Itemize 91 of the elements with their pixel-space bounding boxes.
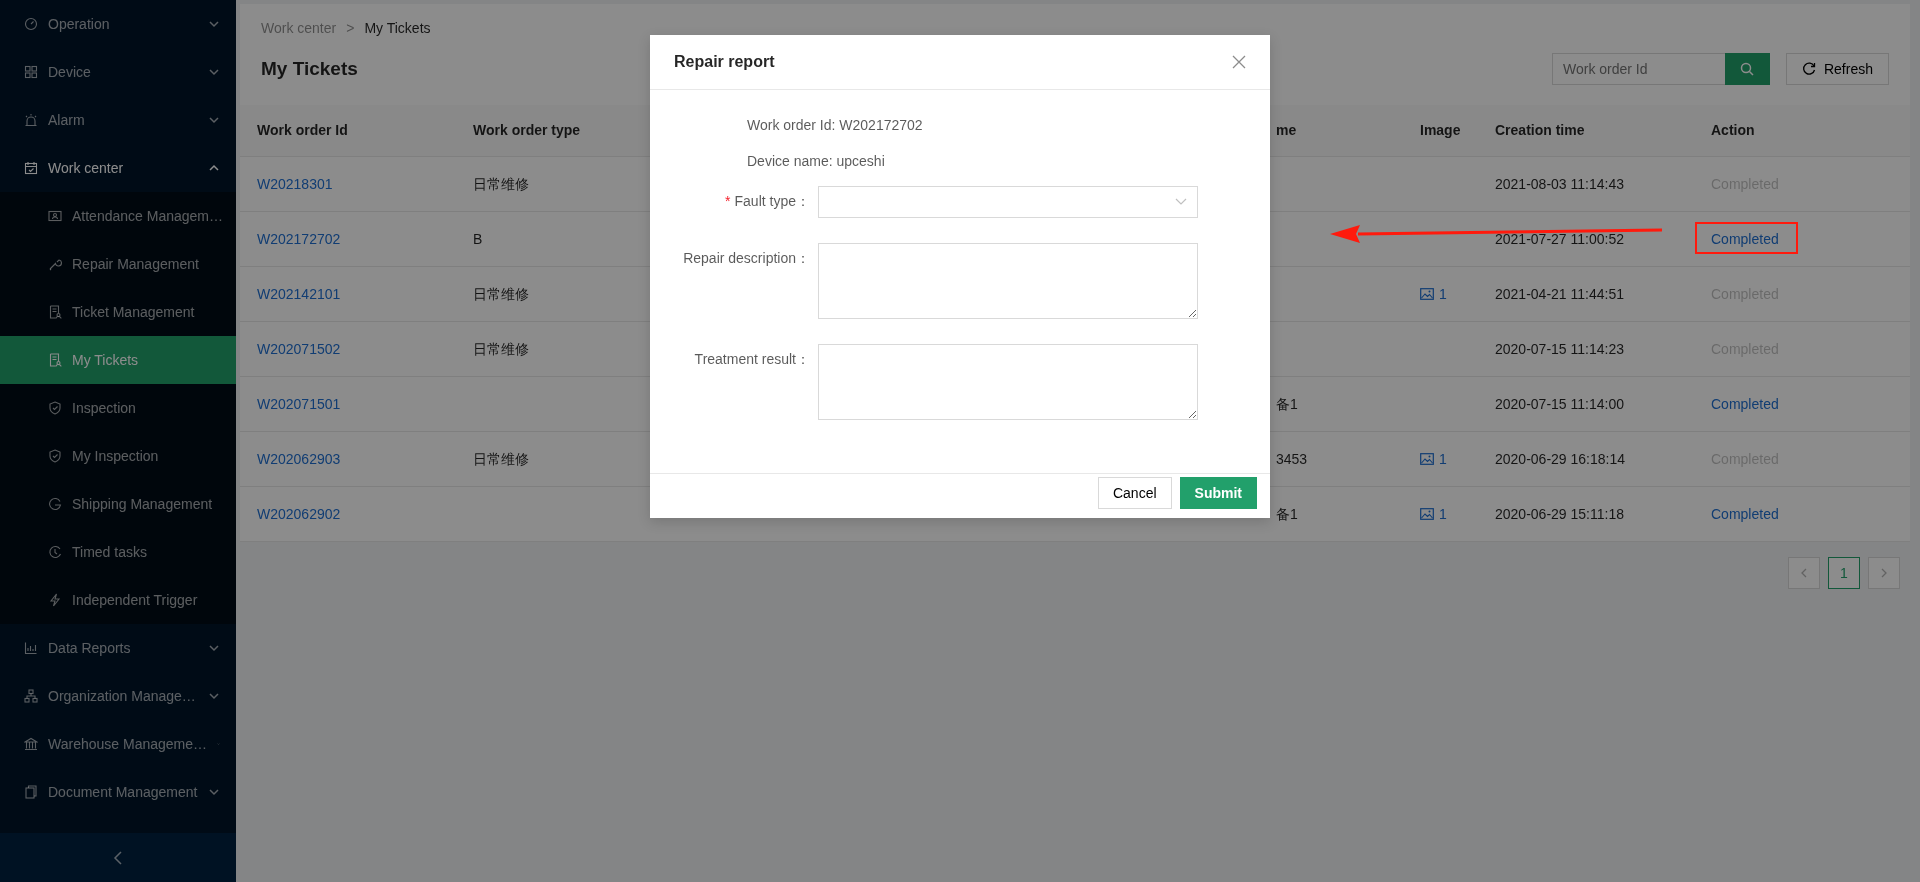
table-cell: 2020-07-15 11:14:00 xyxy=(1495,395,1624,412)
work-order-link[interactable]: W202062902 xyxy=(257,505,341,522)
menu-item[interactable]: Organization Manage… xyxy=(0,672,236,720)
close-icon xyxy=(1232,55,1246,69)
table-cell: 2020-07-15 11:14:23 xyxy=(1495,340,1624,357)
page-title: My Tickets xyxy=(261,57,358,81)
breadcrumb-current: My Tickets xyxy=(364,19,431,38)
submenu-item[interactable]: Timed tasks xyxy=(0,528,236,576)
work-order-link[interactable]: W202071502 xyxy=(257,340,341,357)
menu-label: Alarm xyxy=(48,110,86,130)
table-cell: 2020-06-29 16:18:14 xyxy=(1495,450,1625,467)
image-icon xyxy=(1420,288,1434,300)
menu-label: Work center xyxy=(48,158,125,178)
menu-label: Data Reports xyxy=(48,638,132,658)
image-link[interactable]: 1 xyxy=(1420,503,1495,525)
next-page-button[interactable] xyxy=(1868,557,1900,589)
table-cell: 3453 xyxy=(1276,450,1308,467)
field-label: Fault type： xyxy=(734,193,810,209)
field-label: Repair description： xyxy=(683,250,810,266)
submenu-item[interactable]: Repair Management xyxy=(0,240,236,288)
image-icon xyxy=(1420,508,1434,520)
column-header: Action xyxy=(1711,122,1755,138)
menu-item[interactable]: Work center xyxy=(0,144,236,192)
breadcrumb-separator: > xyxy=(346,19,355,38)
work-order-link[interactable]: W202172702 xyxy=(257,230,341,247)
menu-label: Organization Manage… xyxy=(48,686,197,706)
text-area-field[interactable] xyxy=(818,344,1198,420)
submenu-item[interactable]: Ticket Management xyxy=(0,288,236,336)
submit-button[interactable]: Submit xyxy=(1179,477,1257,509)
submenu-item[interactable]: Independent Trigger xyxy=(0,576,236,624)
action-link[interactable]: Completed xyxy=(1711,230,1779,247)
refresh-icon xyxy=(1801,62,1816,76)
work-order-link[interactable]: W202071501 xyxy=(257,395,341,412)
submenu-item[interactable]: My Tickets xyxy=(0,336,236,384)
action-link[interactable]: Completed xyxy=(1711,395,1779,412)
calendar-icon xyxy=(24,161,38,175)
submenu-item[interactable]: Attendance Managem… xyxy=(0,192,236,240)
select-field[interactable] xyxy=(818,186,1198,218)
menu-item[interactable]: Alarm xyxy=(0,96,236,144)
column-header: Creation time xyxy=(1495,122,1585,138)
chevron-down-icon xyxy=(1175,198,1187,206)
table-cell: 日常维修 xyxy=(473,175,529,192)
image-link[interactable]: 1 xyxy=(1420,283,1495,305)
submenu-item[interactable]: My Inspection xyxy=(0,432,236,480)
table-cell: 2021-07-27 11:00:52 xyxy=(1495,230,1624,247)
menu-label: Document Management xyxy=(48,782,198,802)
modal-title: Repair report xyxy=(674,52,775,72)
column-header: Work order Id xyxy=(257,122,348,138)
collapse-button[interactable] xyxy=(0,833,236,882)
work-order-link[interactable]: W20218301 xyxy=(257,175,333,192)
table-cell: 日常维修 xyxy=(473,340,529,357)
table-cell: 备1 xyxy=(1276,505,1298,522)
menu-item[interactable]: Operation xyxy=(0,0,236,48)
table-cell: 日常维修 xyxy=(473,285,529,302)
column-header: Image xyxy=(1420,122,1461,138)
menu-item[interactable]: Warehouse Manageme… xyxy=(0,720,236,768)
refresh-button[interactable]: Refresh xyxy=(1785,53,1889,85)
ticket-icon xyxy=(48,353,62,367)
required-mark: * xyxy=(725,193,731,209)
menu-label: Device xyxy=(48,62,92,82)
table-cell: 备1 xyxy=(1276,395,1298,412)
field-label: Treatment result： xyxy=(694,351,810,367)
search-button[interactable] xyxy=(1724,53,1770,85)
submenu-item[interactable]: Inspection xyxy=(0,384,236,432)
info-text: Device name: upceshi xyxy=(747,151,885,171)
text-area-field[interactable] xyxy=(818,243,1198,319)
table-cell: 2021-04-21 11:44:51 xyxy=(1495,285,1624,302)
menu-item[interactable]: Document Management xyxy=(0,768,236,816)
cancel-button[interactable]: Cancel xyxy=(1097,477,1172,509)
work-order-link[interactable]: W202142101 xyxy=(257,285,341,302)
table-cell: 2021-08-03 11:14:43 xyxy=(1495,175,1624,192)
menu-item[interactable]: Data Reports xyxy=(0,624,236,672)
page-button[interactable]: 1 xyxy=(1828,557,1860,589)
table-cell: B xyxy=(473,230,483,247)
menu-item[interactable]: Device xyxy=(0,48,236,96)
image-icon xyxy=(1420,453,1434,465)
breadcrumb-link[interactable]: Work center xyxy=(261,18,337,39)
previous-page-button[interactable] xyxy=(1788,557,1820,589)
menu-label: Warehouse Manageme… xyxy=(48,734,207,754)
submenu-item[interactable]: Shipping Management xyxy=(0,480,236,528)
table-cell: 日常维修 xyxy=(473,450,529,467)
info-text: Work order Id: W202172702 xyxy=(747,115,923,135)
image-link[interactable]: 1 xyxy=(1420,448,1495,470)
column-header: me xyxy=(1276,122,1297,138)
search-icon xyxy=(1740,62,1755,76)
table-cell: 2020-06-29 15:11:18 xyxy=(1495,505,1624,522)
column-header: Work order type xyxy=(473,122,581,138)
work-order-link[interactable]: W202062903 xyxy=(257,450,341,467)
menu-label: Operation xyxy=(48,14,111,34)
action-link[interactable]: Completed xyxy=(1711,505,1779,522)
search-field[interactable]: Work order Id xyxy=(1551,53,1725,85)
